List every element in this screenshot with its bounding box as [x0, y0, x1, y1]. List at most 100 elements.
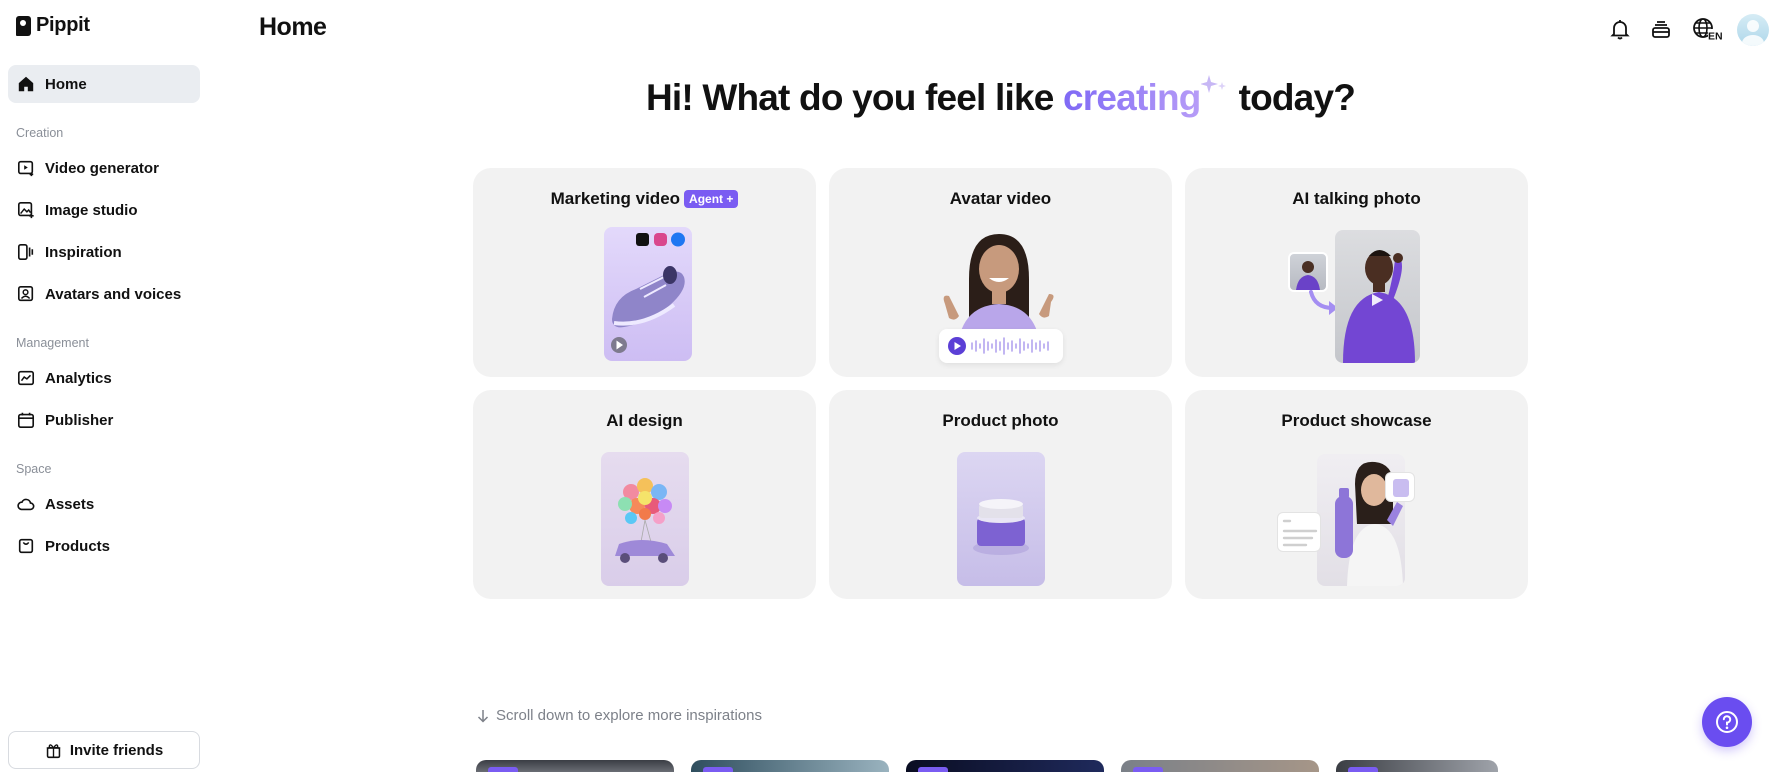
ai-design-thumbnail: [601, 452, 689, 586]
sidebar-item-label: Assets: [45, 495, 95, 513]
image-studio-icon: [17, 201, 34, 219]
hero-headline: Hi! What do you feel like creating today?: [473, 72, 1528, 119]
card-product-photo[interactable]: Product photo: [829, 390, 1172, 599]
sidebar-item-label: Inspiration: [45, 243, 122, 261]
sidebar-item-label: Avatars and voices: [45, 285, 182, 303]
card-title: Product showcase: [1185, 411, 1528, 431]
video-generator-icon: [17, 160, 34, 177]
user-avatar[interactable]: [1737, 14, 1769, 46]
voice-waveform-player: [939, 329, 1063, 363]
person-small-illustration: [1296, 261, 1320, 290]
avatar-voice-icon: [17, 285, 34, 302]
scroll-hint-text: Scroll down to explore more inspirations: [496, 707, 762, 724]
card-title: Marketing video Agent +: [473, 189, 816, 209]
card-title-text: Product showcase: [1281, 411, 1432, 430]
inspiration-card[interactable]: [1336, 760, 1498, 772]
sidebar-item-label: Home: [45, 75, 87, 93]
card-product-showcase[interactable]: Product showcase: [1185, 390, 1528, 599]
balloons-car-illustration: [615, 478, 675, 563]
calendar-icon: [17, 412, 35, 429]
sidebar-item-label: Video generator: [45, 159, 159, 177]
invite-friends-label: Invite friends: [69, 741, 164, 759]
sidebar-item-publisher[interactable]: Publisher: [8, 401, 200, 439]
text-lines-icon: [1282, 519, 1318, 547]
sidebar-item-label: Analytics: [45, 369, 112, 387]
analytics-icon: [17, 370, 35, 386]
inspiration-card[interactable]: [691, 760, 889, 772]
card-ai-talking-photo[interactable]: AI talking photo: [1185, 168, 1528, 377]
home-icon: [18, 76, 34, 92]
card-title: AI design: [473, 411, 816, 431]
sidebar-item-avatars-and-voices[interactable]: Avatars and voices: [8, 275, 200, 313]
inspiration-card[interactable]: [1121, 760, 1319, 772]
agent-badge: Agent +: [684, 190, 739, 208]
page-title: Home: [259, 13, 327, 41]
sidebar-item-products[interactable]: Products: [8, 527, 200, 565]
sidebar: Pippit Home Creation Video generator Ima…: [0, 0, 210, 772]
bell-icon: [1610, 20, 1630, 40]
credits-stack-icon: [1652, 21, 1670, 38]
card-ai-design[interactable]: AI design: [473, 390, 816, 599]
card-title-text: Product photo: [942, 411, 1059, 430]
arrow-down-icon: [477, 709, 489, 723]
card-title-text: Marketing video: [550, 189, 681, 208]
card-title-text: AI design: [606, 411, 683, 430]
sidebar-item-inspiration[interactable]: Inspiration: [8, 233, 200, 271]
marketing-video-thumbnail: [604, 227, 692, 361]
globe-icon: EN: [1693, 18, 1724, 42]
sidebar-item-label: Image studio: [45, 201, 138, 219]
subscription-button[interactable]: [1648, 16, 1674, 42]
talking-photo-thumbnail: [1335, 230, 1420, 363]
sidebar-item-assets[interactable]: Assets: [8, 485, 200, 523]
sidebar-item-video-generator[interactable]: Video generator: [8, 149, 200, 187]
inspiration-tag: [703, 767, 733, 772]
app-name: Pippit: [36, 14, 90, 36]
section-label-creation: Creation: [16, 126, 64, 140]
product-info-card: [1277, 512, 1321, 552]
sidebar-item-home[interactable]: Home: [8, 65, 200, 103]
hero-text-after: today?: [1238, 77, 1356, 118]
product-box-icon: [18, 538, 34, 554]
pippit-logo[interactable]: Pippit: [16, 14, 90, 37]
cloud-icon: [17, 498, 35, 511]
language-code: EN: [1708, 31, 1723, 42]
pippit-logo-icon: [16, 15, 31, 36]
question-mark-icon: [1716, 711, 1738, 733]
source-photo-thumbnail: [1288, 252, 1328, 292]
section-label-space: Space: [16, 462, 52, 476]
product-photo-thumbnail: [957, 452, 1045, 586]
cream-jar-illustration: [973, 499, 1029, 555]
person-talking-illustration: [1343, 250, 1415, 363]
section-label-management: Management: [16, 336, 89, 350]
help-button[interactable]: [1702, 697, 1752, 747]
sidebar-item-label: Products: [45, 537, 111, 555]
inspiration-icon: [17, 243, 34, 261]
sidebar-item-analytics[interactable]: Analytics: [8, 359, 200, 397]
sneaker-illustration: [611, 232, 685, 353]
card-marketing-video[interactable]: Marketing video Agent +: [473, 168, 816, 377]
invite-friends-button[interactable]: Invite friends: [8, 731, 200, 769]
inspiration-tag: [1348, 767, 1378, 772]
card-title-text: AI talking photo: [1292, 189, 1421, 208]
header-actions: EN: [1607, 12, 1777, 48]
inspiration-card[interactable]: [906, 760, 1104, 772]
language-button[interactable]: EN: [1691, 16, 1725, 42]
waveform-icon: [948, 337, 1049, 355]
sparkle-icon: [1200, 75, 1226, 93]
inspiration-tag: [1133, 767, 1163, 772]
product-tag-card: [1385, 472, 1415, 502]
sidebar-item-label: Publisher: [45, 411, 114, 429]
inspiration-tag: [918, 767, 948, 772]
hero-text-accent: creating: [1063, 77, 1201, 118]
card-title: Product photo: [829, 411, 1172, 431]
scroll-hint: Scroll down to explore more inspirations: [477, 707, 762, 724]
card-title: Avatar video: [829, 189, 1172, 209]
tag-icon: [1393, 479, 1409, 497]
card-avatar-video[interactable]: Avatar video: [829, 168, 1172, 377]
card-title: AI talking photo: [1185, 189, 1528, 209]
notifications-button[interactable]: [1607, 16, 1633, 42]
inspiration-card[interactable]: [476, 760, 674, 772]
card-title-text: Avatar video: [949, 189, 1052, 208]
hero-text-before: Hi! What do you feel like: [645, 77, 1064, 118]
sidebar-item-image-studio[interactable]: Image studio: [8, 191, 200, 229]
